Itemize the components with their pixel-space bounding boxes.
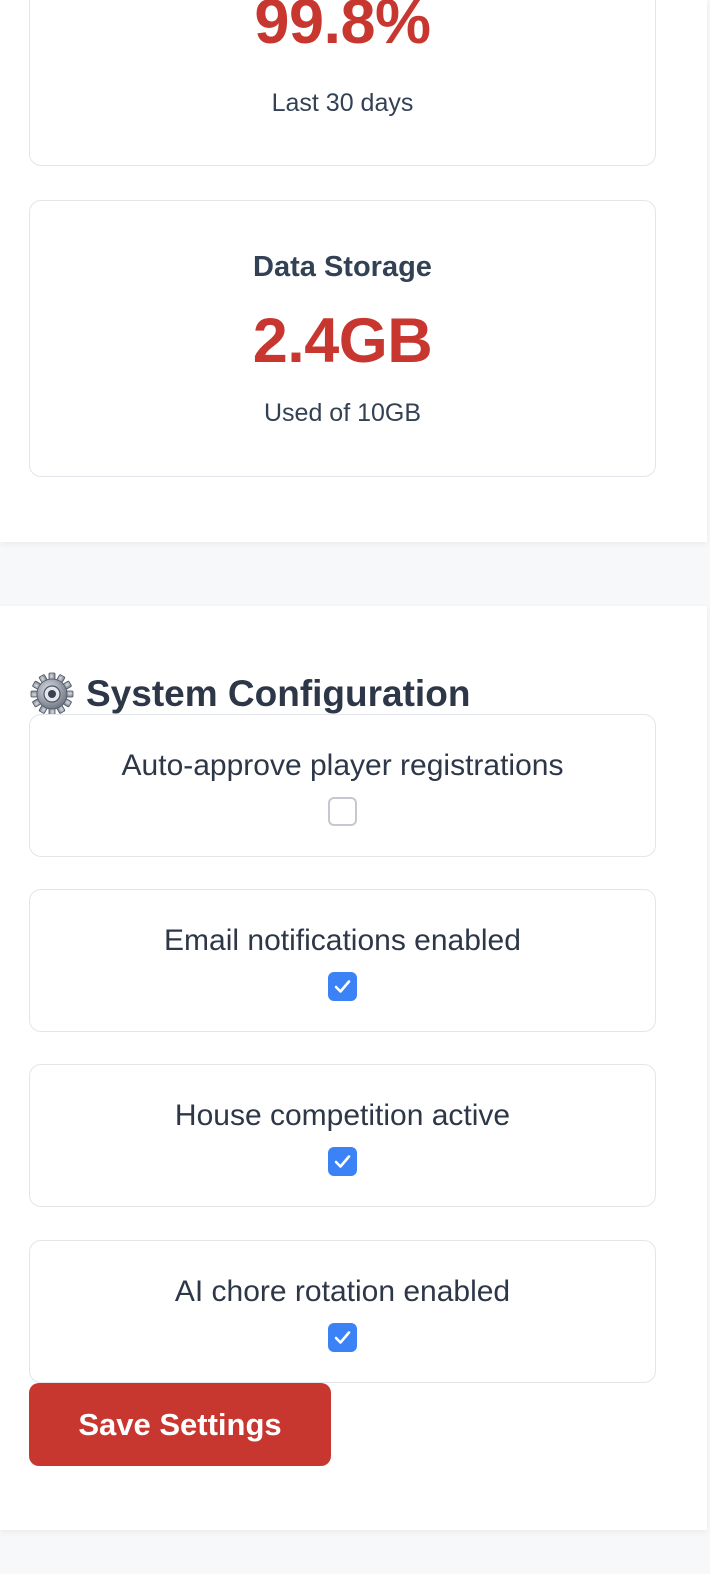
- uptime-caption: Last 30 days: [271, 89, 414, 117]
- system-configuration-panel: System Configuration Auto-approve player…: [0, 606, 707, 1530]
- setting-email-notifications-card: Email notifications enabled: [29, 889, 656, 1032]
- check-icon: [334, 1331, 350, 1344]
- setting-auto-approve-card: Auto-approve player registrations: [29, 714, 656, 857]
- setting-label: Auto-approve player registrations: [121, 749, 564, 782]
- check-icon: [334, 980, 350, 993]
- section-heading: System Configuration: [30, 672, 470, 716]
- check-icon: [334, 1155, 350, 1168]
- storage-value: 2.4GB: [252, 306, 433, 376]
- setting-house-competition-card: House competition active: [29, 1064, 656, 1207]
- section-title: System Configuration: [86, 673, 471, 714]
- gear-icon: [30, 672, 74, 716]
- auto-approve-checkbox[interactable]: [327, 797, 357, 826]
- save-settings-button[interactable]: Save Settings: [29, 1383, 331, 1466]
- stats-panel: 99.8% Last 30 days Data Storage 2.4GB Us…: [0, 0, 707, 542]
- setting-label: Email notifications enabled: [164, 924, 521, 957]
- email-notifications-checkbox[interactable]: [327, 972, 357, 1001]
- storage-title: Data Storage: [253, 251, 432, 283]
- storage-caption: Used of 10GB: [263, 399, 422, 427]
- storage-card: Data Storage 2.4GB Used of 10GB: [29, 200, 656, 477]
- setting-label: House competition active: [174, 1099, 511, 1132]
- uptime-card: 99.8% Last 30 days: [29, 0, 656, 166]
- house-competition-checkbox[interactable]: [327, 1147, 357, 1176]
- setting-ai-chore-rotation-card: AI chore rotation enabled: [29, 1240, 656, 1383]
- setting-label: AI chore rotation enabled: [174, 1275, 511, 1308]
- ai-chore-rotation-checkbox[interactable]: [327, 1323, 357, 1352]
- uptime-value: 99.8%: [254, 0, 431, 57]
